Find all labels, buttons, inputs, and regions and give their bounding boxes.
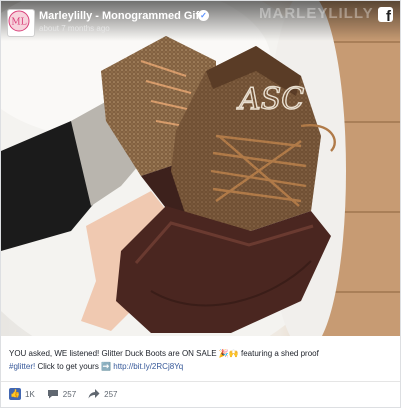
facebook-logo-letter: f — [386, 8, 391, 25]
page-name-link[interactable]: Marleylilly - Monogrammed Gifts — [39, 10, 209, 22]
marleylilly-logo-icon: ML — [8, 10, 30, 32]
stats-divider — [1, 381, 400, 382]
like-icon: 👍 — [9, 388, 21, 400]
caption-text-3: Click to get yours — [35, 362, 102, 371]
party-emoji-icon: 🎉🙌 — [218, 349, 239, 358]
caption-text-1: YOU asked, WE listened! Glitter Duck Boo… — [9, 349, 219, 358]
engagement-stats: 👍 1K 257 257 — [9, 387, 130, 401]
post-photo[interactable]: ASC ML Marleylilly - Monogrammed Gifts ✓… — [1, 1, 400, 336]
shares-value: 257 — [104, 389, 118, 399]
photo-watermark: MARLEYLILLY — [259, 5, 374, 22]
caption-url-link[interactable]: http://bit.ly/2RCj8Yq — [113, 362, 183, 371]
arrow-right-icon: ➡️ — [101, 362, 112, 371]
duck-boots-illustration: ASC — [1, 1, 400, 336]
avatar-logo-text: ML — [11, 18, 26, 28]
caption-text-2: featuring a shed proof — [238, 349, 319, 358]
comments-value: 257 — [62, 389, 77, 399]
shares-count[interactable]: 257 — [88, 388, 118, 400]
boot-monogram: ASC — [236, 82, 304, 117]
hashtag-link[interactable]: #glitter! — [9, 362, 35, 371]
post-timestamp[interactable]: about 7 months ago — [39, 24, 110, 33]
likes-value: 1K — [25, 389, 35, 399]
page-avatar[interactable]: ML — [7, 9, 35, 37]
likes-count[interactable]: 👍 1K — [9, 388, 35, 400]
facebook-icon[interactable]: f — [378, 7, 393, 25]
social-post-card: ASC ML Marleylilly - Monogrammed Gifts ✓… — [0, 0, 401, 408]
post-caption: YOU asked, WE listened! Glitter Duck Boo… — [9, 347, 394, 373]
verified-badge-icon: ✓ — [198, 10, 209, 21]
share-icon — [88, 389, 100, 399]
comment-icon — [47, 390, 58, 399]
comments-count[interactable]: 257 — [47, 388, 76, 400]
